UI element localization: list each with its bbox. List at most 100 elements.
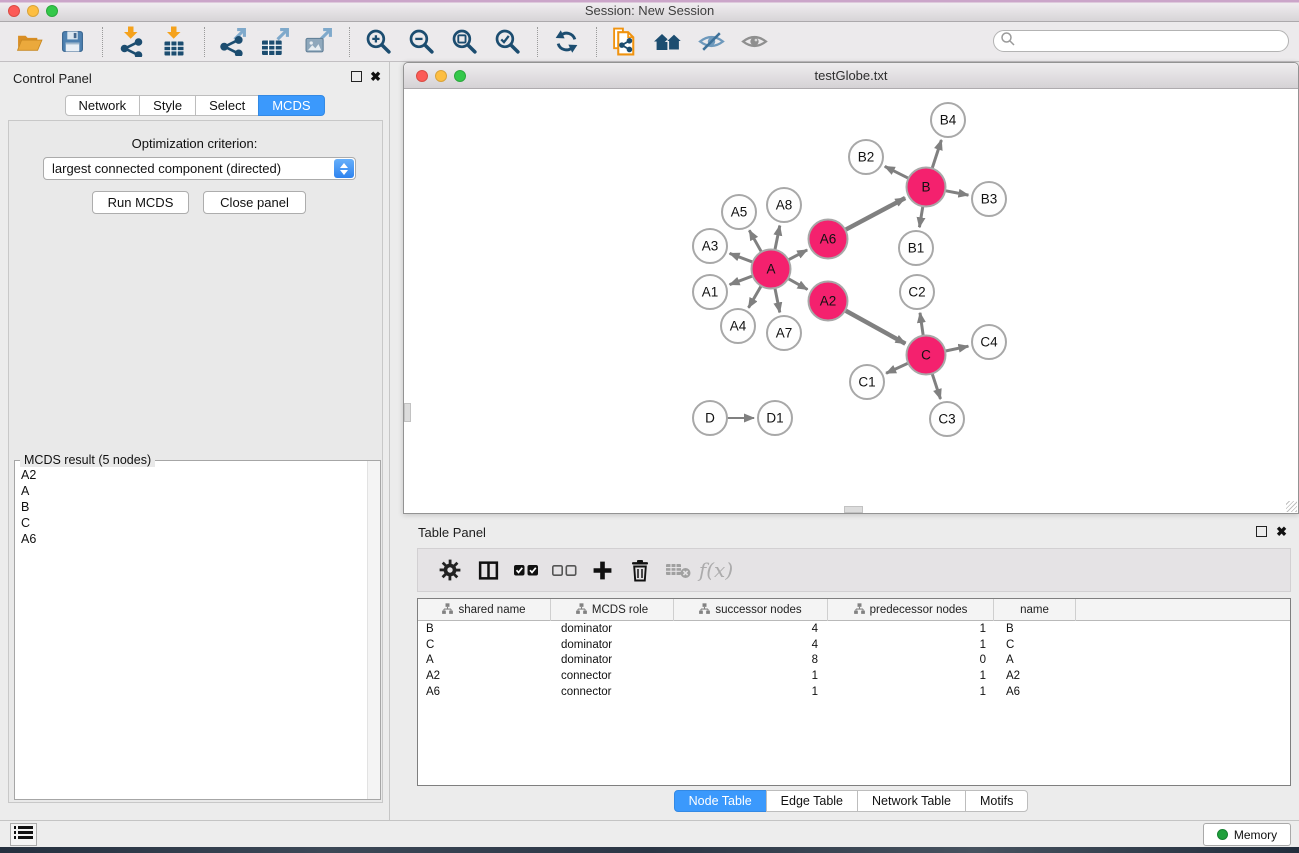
svg-text:A6: A6	[820, 232, 837, 247]
close-table-panel-icon[interactable]: ✖	[1276, 526, 1287, 537]
mcds-result-item[interactable]: C	[16, 515, 366, 531]
column-header-shared-name[interactable]: shared name	[418, 599, 551, 621]
column-header-name[interactable]: name	[994, 599, 1076, 621]
table-panel-title: Table Panel	[418, 525, 486, 540]
graph-node-B1[interactable]: B1	[899, 231, 933, 265]
refresh-icon[interactable]	[549, 25, 583, 59]
mcds-result-item[interactable]: A	[16, 483, 366, 499]
add-column-icon[interactable]	[584, 553, 620, 587]
column-header-successor-nodes[interactable]: successor nodes	[674, 599, 828, 621]
select-all-checkboxes-icon[interactable]	[508, 553, 544, 587]
home-layout-icon[interactable]	[651, 25, 685, 59]
zoom-in-icon[interactable]	[361, 25, 395, 59]
network-vertical-scrollbar[interactable]	[404, 403, 411, 422]
tab-node-table[interactable]: Node Table	[674, 790, 767, 812]
zoom-out-icon[interactable]	[404, 25, 438, 59]
graph-node-A[interactable]: A	[752, 250, 791, 289]
graph-node-A7[interactable]: A7	[767, 316, 801, 350]
graph-node-A5[interactable]: A5	[722, 195, 756, 229]
float-table-panel-icon[interactable]	[1256, 526, 1267, 537]
graph-node-D[interactable]: D	[693, 401, 727, 435]
graph-node-B3[interactable]: B3	[972, 182, 1006, 216]
show-all-eye-icon[interactable]	[737, 25, 771, 59]
graph-node-A8[interactable]: A8	[767, 188, 801, 222]
import-table-icon[interactable]	[157, 25, 191, 59]
tab-select[interactable]: Select	[195, 95, 259, 116]
hide-selected-eye-icon[interactable]	[694, 25, 728, 59]
tab-edge-table[interactable]: Edge Table	[766, 790, 858, 812]
graph-node-B[interactable]: B	[907, 168, 946, 207]
mcds-result-item[interactable]: B	[16, 499, 366, 515]
table-row[interactable]: A6connector11A6	[418, 684, 1290, 700]
open-session-icon[interactable]	[12, 25, 46, 59]
mcds-result-item[interactable]: A6	[16, 531, 366, 547]
table-row[interactable]: Adominator80A	[418, 653, 1290, 669]
svg-text:B1: B1	[908, 241, 925, 256]
graph-node-C2[interactable]: C2	[900, 275, 934, 309]
graph-node-A4[interactable]: A4	[721, 309, 755, 343]
network-from-selection-icon[interactable]	[608, 25, 642, 59]
graph-node-B4[interactable]: B4	[931, 103, 965, 137]
graph-node-A3[interactable]: A3	[693, 229, 727, 263]
close-panel-icon[interactable]: ✖	[370, 71, 381, 82]
toolbar-separator	[102, 27, 103, 57]
result-scrollbar[interactable]	[367, 461, 380, 799]
dropdown-stepper-icon	[334, 159, 354, 178]
export-image-icon[interactable]	[302, 25, 336, 59]
network-horizontal-scrollbar[interactable]	[844, 506, 863, 513]
tab-motifs[interactable]: Motifs	[965, 790, 1028, 812]
import-network-icon[interactable]	[114, 25, 148, 59]
table-row[interactable]: A2connector11A2	[418, 668, 1290, 684]
svg-text:D1: D1	[766, 411, 783, 426]
graph-node-C[interactable]: C	[907, 336, 946, 375]
function-builder-icon: f(x)	[698, 553, 734, 587]
graph-node-C3[interactable]: C3	[930, 402, 964, 436]
column-header-MCDS-role[interactable]: MCDS role	[551, 599, 674, 621]
export-table-icon[interactable]	[259, 25, 293, 59]
delete-column-icon[interactable]	[622, 553, 658, 587]
tab-network-table[interactable]: Network Table	[857, 790, 966, 812]
app-titlebar: Session: New Session	[0, 0, 1299, 22]
network-view-window: testGlobe.txt B4B2BB3A5A8A6A3B1AA1C2A2A4…	[403, 62, 1299, 514]
tab-style[interactable]: Style	[139, 95, 196, 116]
tab-network[interactable]: Network	[64, 95, 140, 116]
optimization-criterion-label: Optimization criterion:	[0, 136, 389, 151]
settings-gear-icon[interactable]	[432, 553, 468, 587]
hierarchy-icon	[854, 603, 865, 617]
table-cell: 1	[674, 670, 828, 682]
svg-text:C: C	[921, 348, 931, 363]
zoom-selected-icon[interactable]	[490, 25, 524, 59]
table-row[interactable]: Cdominator41C	[418, 637, 1290, 653]
network-canvas[interactable]: B4 B2 B B3 A5 A8 A6 A3 B1 A A1 C2 A2 A4 A7 C4 C C1 C3 D D1	[404, 89, 1298, 513]
mcds-result-item[interactable]: A2	[16, 467, 366, 483]
table-toolbar: f(x)	[417, 548, 1291, 592]
graph-node-B2[interactable]: B2	[849, 140, 883, 174]
export-network-icon[interactable]	[216, 25, 250, 59]
close-panel-button[interactable]: Close panel	[203, 191, 306, 214]
criterion-dropdown[interactable]: largest connected component (directed)	[43, 157, 356, 180]
save-session-icon[interactable]	[55, 25, 89, 59]
status-bar: Memory	[0, 820, 1299, 847]
column-header-predecessor-nodes[interactable]: predecessor nodes	[828, 599, 994, 621]
table-cell: 1	[828, 623, 994, 635]
graph-node-D1[interactable]: D1	[758, 401, 792, 435]
float-panel-icon[interactable]	[351, 71, 362, 82]
run-mcds-button[interactable]: Run MCDS	[92, 191, 189, 214]
network-graph-svg[interactable]: B4 B2 B B3 A5 A8 A6 A3 B1 A A1 C2 A2 A4 A7 C4 C C1 C3 D D1	[404, 89, 1298, 513]
graph-node-A6[interactable]: A6	[809, 220, 848, 259]
split-columns-icon[interactable]	[470, 553, 506, 587]
memory-button[interactable]: Memory	[1203, 823, 1291, 846]
graph-node-A1[interactable]: A1	[693, 275, 727, 309]
svg-text:A2: A2	[820, 294, 837, 309]
search-input[interactable]	[1016, 32, 1288, 50]
resize-grip-icon[interactable]	[1286, 501, 1297, 512]
task-history-button[interactable]	[10, 823, 37, 846]
graph-node-C1[interactable]: C1	[850, 365, 884, 399]
zoom-fit-icon[interactable]	[447, 25, 481, 59]
mcds-result-title: MCDS result (5 nodes)	[20, 453, 155, 467]
graph-node-C4[interactable]: C4	[972, 325, 1006, 359]
table-row[interactable]: Bdominator41B	[418, 621, 1290, 637]
deselect-all-checkboxes-icon[interactable]	[546, 553, 582, 587]
graph-node-A2[interactable]: A2	[809, 282, 848, 321]
tab-mcds[interactable]: MCDS	[258, 95, 324, 116]
